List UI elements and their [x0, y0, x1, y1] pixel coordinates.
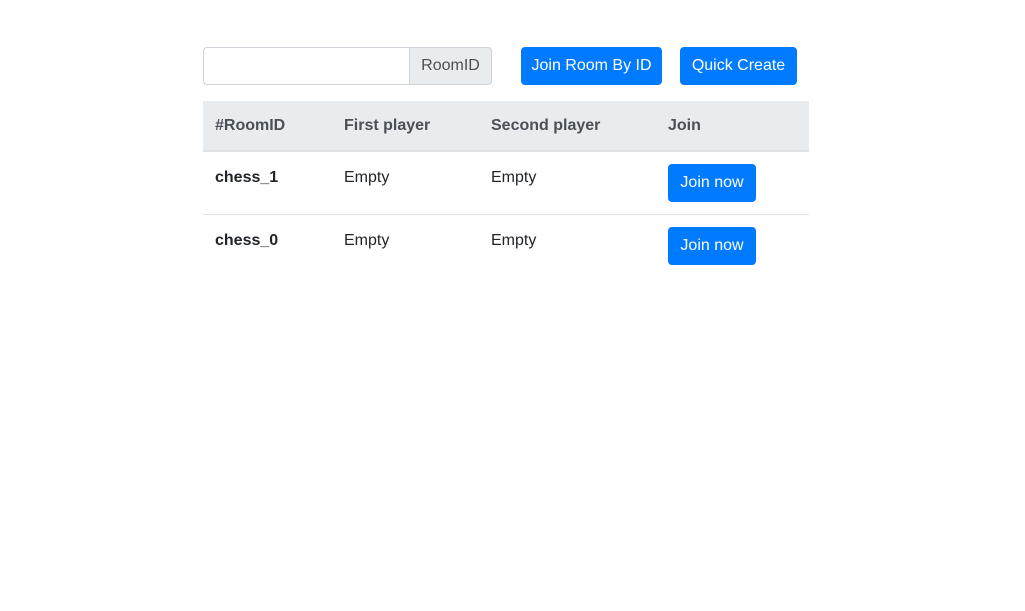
- room-id-input[interactable]: [203, 47, 409, 85]
- join-room-by-id-button[interactable]: Join Room By ID: [521, 47, 662, 85]
- room-id-input-group: RoomID: [203, 47, 492, 85]
- join-cell: Join now: [656, 151, 809, 215]
- header-first-player: First player: [332, 101, 479, 152]
- join-now-button[interactable]: Join now: [668, 164, 756, 202]
- join-now-button[interactable]: Join now: [668, 226, 756, 265]
- first-player-cell: Empty: [332, 151, 479, 215]
- rooms-table-body: chess_1 Empty Empty Join now chess_0 Emp…: [203, 151, 809, 277]
- rooms-table-header: #RoomID First player Second player Join: [203, 101, 809, 152]
- table-row: chess_1 Empty Empty Join now: [203, 151, 809, 215]
- first-player-cell: Empty: [344, 231, 390, 249]
- room-id-cell: chess_1: [203, 151, 332, 215]
- room-id-addon-label: RoomID: [409, 47, 492, 85]
- join-cell: Join now: [656, 214, 809, 277]
- room-toolbar: RoomID Join Room By ID Quick Create: [203, 47, 809, 85]
- second-player-cell: Empty: [491, 231, 537, 249]
- rooms-table: #RoomID First player Second player Join …: [203, 101, 809, 277]
- header-row: #RoomID First player Second player Join: [203, 101, 809, 152]
- room-id-cell: chess_0: [215, 231, 279, 249]
- header-join: Join: [656, 101, 809, 152]
- header-second-player: Second player: [479, 101, 656, 152]
- quick-create-button[interactable]: Quick Create: [680, 47, 797, 85]
- second-player-cell: Empty: [479, 151, 656, 215]
- table-row: chess_0 Empty Empty Join now: [203, 214, 809, 277]
- header-room-id: #RoomID: [203, 101, 332, 152]
- lobby-container: RoomID Join Room By ID Quick Create #Roo…: [203, 47, 809, 277]
